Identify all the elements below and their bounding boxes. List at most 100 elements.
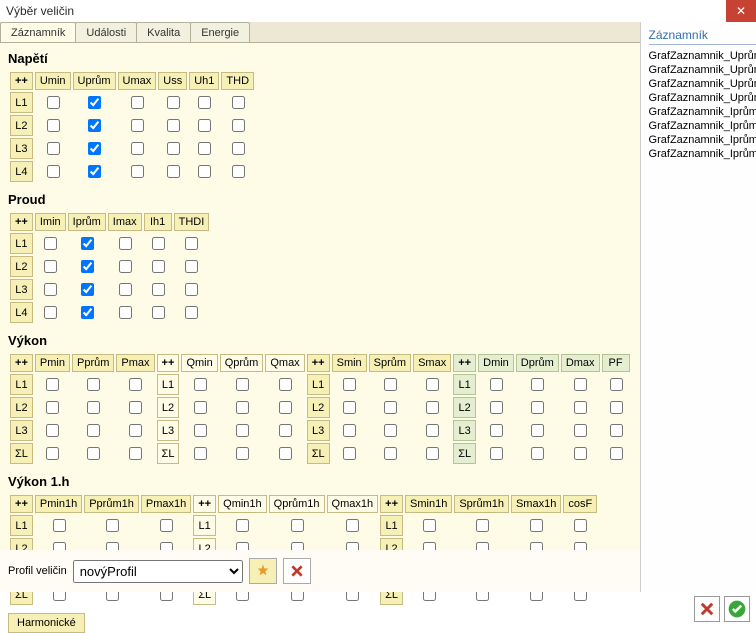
col-header[interactable]: Uh1 xyxy=(189,72,219,90)
checkbox[interactable] xyxy=(426,447,439,460)
row-header[interactable]: L1 xyxy=(453,374,476,395)
checkbox[interactable] xyxy=(46,378,59,391)
checkbox[interactable] xyxy=(574,401,587,414)
select-all-button[interactable]: ++ xyxy=(307,354,330,372)
checkbox[interactable] xyxy=(88,142,101,155)
row-header[interactable]: L3 xyxy=(157,420,180,441)
col-header[interactable]: Dmax xyxy=(561,354,600,372)
col-header[interactable]: Uss xyxy=(158,72,187,90)
col-header[interactable]: Qprům1h xyxy=(269,495,325,513)
col-header[interactable]: Imin xyxy=(35,213,66,231)
col-header[interactable]: Umax xyxy=(118,72,157,90)
checkbox[interactable] xyxy=(53,519,66,532)
row-header[interactable]: L1 xyxy=(10,233,33,254)
checkbox[interactable] xyxy=(610,401,623,414)
checkbox[interactable] xyxy=(47,119,60,132)
checkbox[interactable] xyxy=(152,283,165,296)
checkbox[interactable] xyxy=(81,283,94,296)
side-item[interactable]: GrafZaznamnik_Uprům_L2 xyxy=(645,63,756,77)
checkbox[interactable] xyxy=(423,519,436,532)
checkbox[interactable] xyxy=(44,260,57,273)
col-header[interactable]: Umin xyxy=(35,72,71,90)
checkbox[interactable] xyxy=(531,378,544,391)
tab-kvalita[interactable]: Kvalita xyxy=(136,22,191,42)
select-all-button[interactable]: ++ xyxy=(10,213,33,231)
checkbox[interactable] xyxy=(44,237,57,250)
checkbox[interactable] xyxy=(167,96,180,109)
checkbox[interactable] xyxy=(129,424,142,437)
row-header[interactable]: ΣL xyxy=(10,443,33,464)
checkbox[interactable] xyxy=(343,424,356,437)
checkbox[interactable] xyxy=(47,165,60,178)
checkbox[interactable] xyxy=(198,165,211,178)
checkbox[interactable] xyxy=(531,401,544,414)
checkbox[interactable] xyxy=(81,237,94,250)
checkbox[interactable] xyxy=(236,519,249,532)
checkbox[interactable] xyxy=(236,447,249,460)
checkbox[interactable] xyxy=(46,424,59,437)
checkbox[interactable] xyxy=(88,119,101,132)
checkbox[interactable] xyxy=(131,142,144,155)
checkbox[interactable] xyxy=(47,142,60,155)
checkbox[interactable] xyxy=(119,283,132,296)
col-header[interactable]: Smin xyxy=(332,354,367,372)
checkbox[interactable] xyxy=(46,447,59,460)
checkbox[interactable] xyxy=(87,424,100,437)
checkbox[interactable] xyxy=(152,306,165,319)
checkbox[interactable] xyxy=(152,260,165,273)
checkbox[interactable] xyxy=(119,237,132,250)
checkbox[interactable] xyxy=(279,378,292,391)
row-header[interactable]: L1 xyxy=(10,374,33,395)
checkbox[interactable] xyxy=(81,306,94,319)
row-header[interactable]: L3 xyxy=(10,279,33,300)
row-header[interactable]: ΣL xyxy=(453,443,476,464)
checkbox[interactable] xyxy=(194,401,207,414)
ok-button[interactable] xyxy=(724,596,750,622)
harmonicke-button[interactable]: Harmonické xyxy=(8,613,85,633)
checkbox[interactable] xyxy=(343,378,356,391)
checkbox[interactable] xyxy=(185,283,198,296)
checkbox[interactable] xyxy=(574,447,587,460)
checkbox[interactable] xyxy=(198,96,211,109)
checkbox[interactable] xyxy=(232,96,245,109)
col-header[interactable]: Qprům xyxy=(220,354,264,372)
row-header[interactable]: L3 xyxy=(10,138,33,159)
row-header[interactable]: L1 xyxy=(193,515,216,536)
col-header[interactable]: Ih1 xyxy=(144,213,172,231)
col-header[interactable]: Pmin1h xyxy=(35,495,82,513)
checkbox[interactable] xyxy=(194,378,207,391)
checkbox[interactable] xyxy=(426,378,439,391)
checkbox[interactable] xyxy=(384,447,397,460)
checkbox[interactable] xyxy=(194,447,207,460)
checkbox[interactable] xyxy=(44,283,57,296)
checkbox[interactable] xyxy=(279,447,292,460)
side-item[interactable]: GrafZaznamnik_Iprům_L2 xyxy=(645,119,756,133)
col-header[interactable]: Qmin xyxy=(181,354,217,372)
checkbox[interactable] xyxy=(384,378,397,391)
select-all-button[interactable]: ++ xyxy=(453,354,476,372)
row-header[interactable]: L1 xyxy=(157,374,180,395)
checkbox[interactable] xyxy=(88,96,101,109)
tab-udalosti[interactable]: Události xyxy=(75,22,137,42)
checkbox[interactable] xyxy=(106,519,119,532)
checkbox[interactable] xyxy=(426,401,439,414)
col-header[interactable]: Qmax1h xyxy=(327,495,379,513)
select-all-button[interactable]: ++ xyxy=(193,495,216,513)
side-item[interactable]: GrafZaznamnik_Iprům_L4 xyxy=(645,147,756,161)
col-header[interactable]: Uprům xyxy=(73,72,116,90)
row-header[interactable]: L1 xyxy=(380,515,403,536)
side-item[interactable]: GrafZaznamnik_Iprům_L1 xyxy=(645,105,756,119)
checkbox[interactable] xyxy=(119,260,132,273)
side-item[interactable]: GrafZaznamnik_Uprům_L3 xyxy=(645,77,756,91)
checkbox[interactable] xyxy=(610,378,623,391)
checkbox[interactable] xyxy=(167,119,180,132)
col-header[interactable]: Smax1h xyxy=(511,495,561,513)
checkbox[interactable] xyxy=(343,401,356,414)
checkbox[interactable] xyxy=(131,165,144,178)
col-header[interactable]: Pprům xyxy=(72,354,114,372)
col-header[interactable]: Iprům xyxy=(68,213,106,231)
checkbox[interactable] xyxy=(198,142,211,155)
select-all-button[interactable]: ++ xyxy=(157,354,180,372)
select-all-button[interactable]: ++ xyxy=(10,72,33,90)
checkbox[interactable] xyxy=(44,306,57,319)
